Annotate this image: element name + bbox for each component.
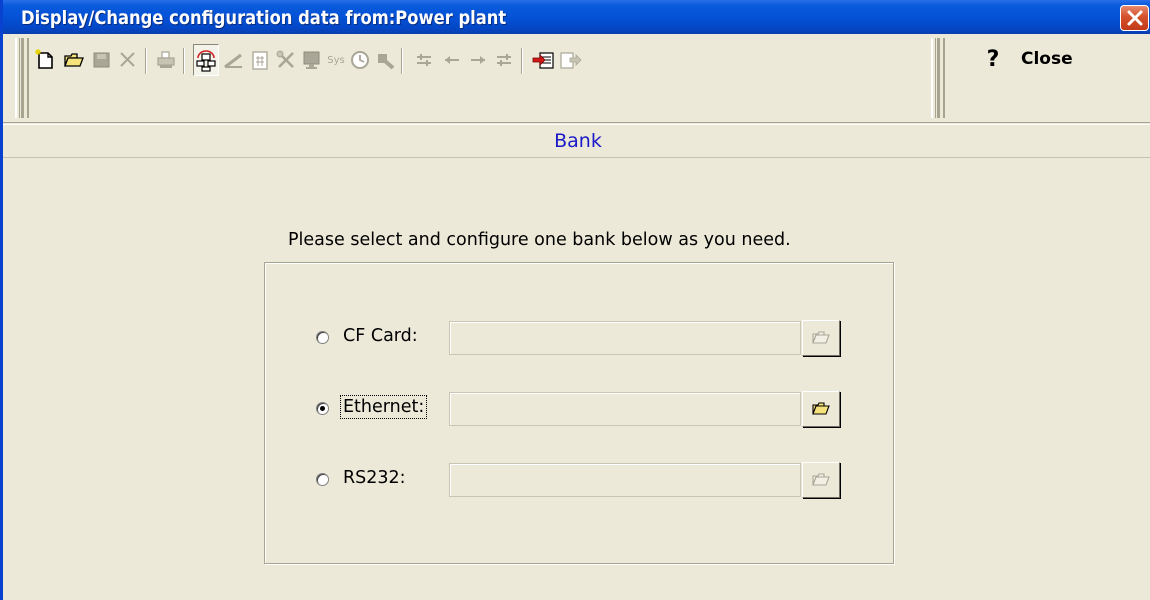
open-folder-icon [812, 331, 830, 344]
ethernet-radio[interactable] [316, 402, 329, 415]
rs232-radio[interactable] [316, 473, 329, 486]
open-folder-icon [812, 473, 830, 486]
open-button[interactable] [61, 44, 87, 76]
open-folder-icon [64, 53, 84, 67]
delete-icon [120, 52, 135, 67]
dialog-window: Display/Change configuration data from:P… [0, 0, 1150, 600]
print-button[interactable] [153, 44, 179, 76]
toolbar-separator [521, 48, 523, 74]
ethernet-row: Ethernet: [265, 389, 895, 429]
rs232-row: RS232: [265, 460, 895, 500]
sys-icon: Sys [327, 54, 345, 66]
align-icon [417, 54, 431, 66]
line-button[interactable] [221, 44, 247, 76]
instruction-text: Please select and configure one bank bel… [288, 230, 791, 250]
export-button[interactable] [557, 44, 583, 76]
import-button[interactable] [531, 44, 557, 76]
close-button[interactable]: Close [1021, 42, 1111, 76]
cf-card-browse-button[interactable] [802, 320, 840, 356]
toolbar: Sys ? Close [3, 34, 1150, 122]
key-icon [378, 54, 395, 70]
open-folder-icon [812, 402, 830, 415]
right-arrow-button[interactable] [465, 44, 491, 76]
cf-card-path-field[interactable] [449, 321, 801, 355]
network-button[interactable] [193, 44, 219, 76]
toolbar-grip-right-inner [937, 38, 945, 118]
ethernet-browse-button[interactable] [802, 391, 840, 427]
left-arrow-button[interactable] [439, 44, 465, 76]
help-button[interactable]: ? [983, 42, 1003, 76]
network-icon [196, 50, 216, 72]
rs232-label[interactable]: RS232: [341, 467, 408, 489]
toolbar-separator [145, 48, 147, 74]
new-document-icon [35, 49, 53, 69]
rs232-browse-button[interactable] [802, 462, 840, 498]
align-right-button[interactable] [491, 44, 517, 76]
save-icon [93, 52, 110, 68]
align-right-icon [497, 54, 511, 66]
bank-groupbox: CF Card: Ethernet: RS232: [264, 262, 894, 564]
section-title: Bank [554, 130, 602, 152]
toolbar-separator [183, 48, 185, 74]
sys-button[interactable]: Sys [323, 44, 349, 76]
line-icon [224, 53, 242, 69]
save-button[interactable] [89, 44, 115, 76]
window-close-button[interactable] [1120, 5, 1149, 31]
title-bar[interactable]: Display/Change configuration data from:P… [3, 0, 1150, 34]
cf-card-radio[interactable] [316, 331, 329, 344]
rs232-path-field[interactable] [449, 463, 801, 497]
cf-card-row: CF Card: [265, 318, 895, 358]
calculator-button[interactable] [247, 44, 273, 76]
import-icon [532, 52, 554, 69]
close-icon [1127, 10, 1142, 26]
clock-icon [351, 51, 369, 69]
monitor-button[interactable] [299, 44, 325, 76]
cf-card-label[interactable]: CF Card: [341, 325, 420, 347]
export-icon [560, 52, 582, 69]
key-button[interactable] [373, 44, 399, 76]
delete-button[interactable] [115, 44, 141, 76]
tools-button[interactable] [273, 44, 299, 76]
toolbar-grip-inner [21, 38, 29, 118]
right-arrow-icon [471, 56, 485, 64]
toolbar-separator [401, 48, 403, 74]
clock-button[interactable] [347, 44, 373, 76]
monitor-icon [303, 51, 320, 69]
window-title: Display/Change configuration data from:P… [21, 7, 507, 29]
tools-icon [276, 50, 294, 68]
left-arrow-icon [445, 56, 459, 64]
section-header: Bank [3, 122, 1150, 158]
new-button[interactable] [33, 44, 59, 76]
align-button[interactable] [411, 44, 437, 76]
ethernet-label[interactable]: Ethernet: [339, 395, 428, 419]
calculator-icon [252, 51, 268, 70]
print-icon [157, 51, 175, 68]
ethernet-path-field[interactable] [449, 392, 801, 426]
